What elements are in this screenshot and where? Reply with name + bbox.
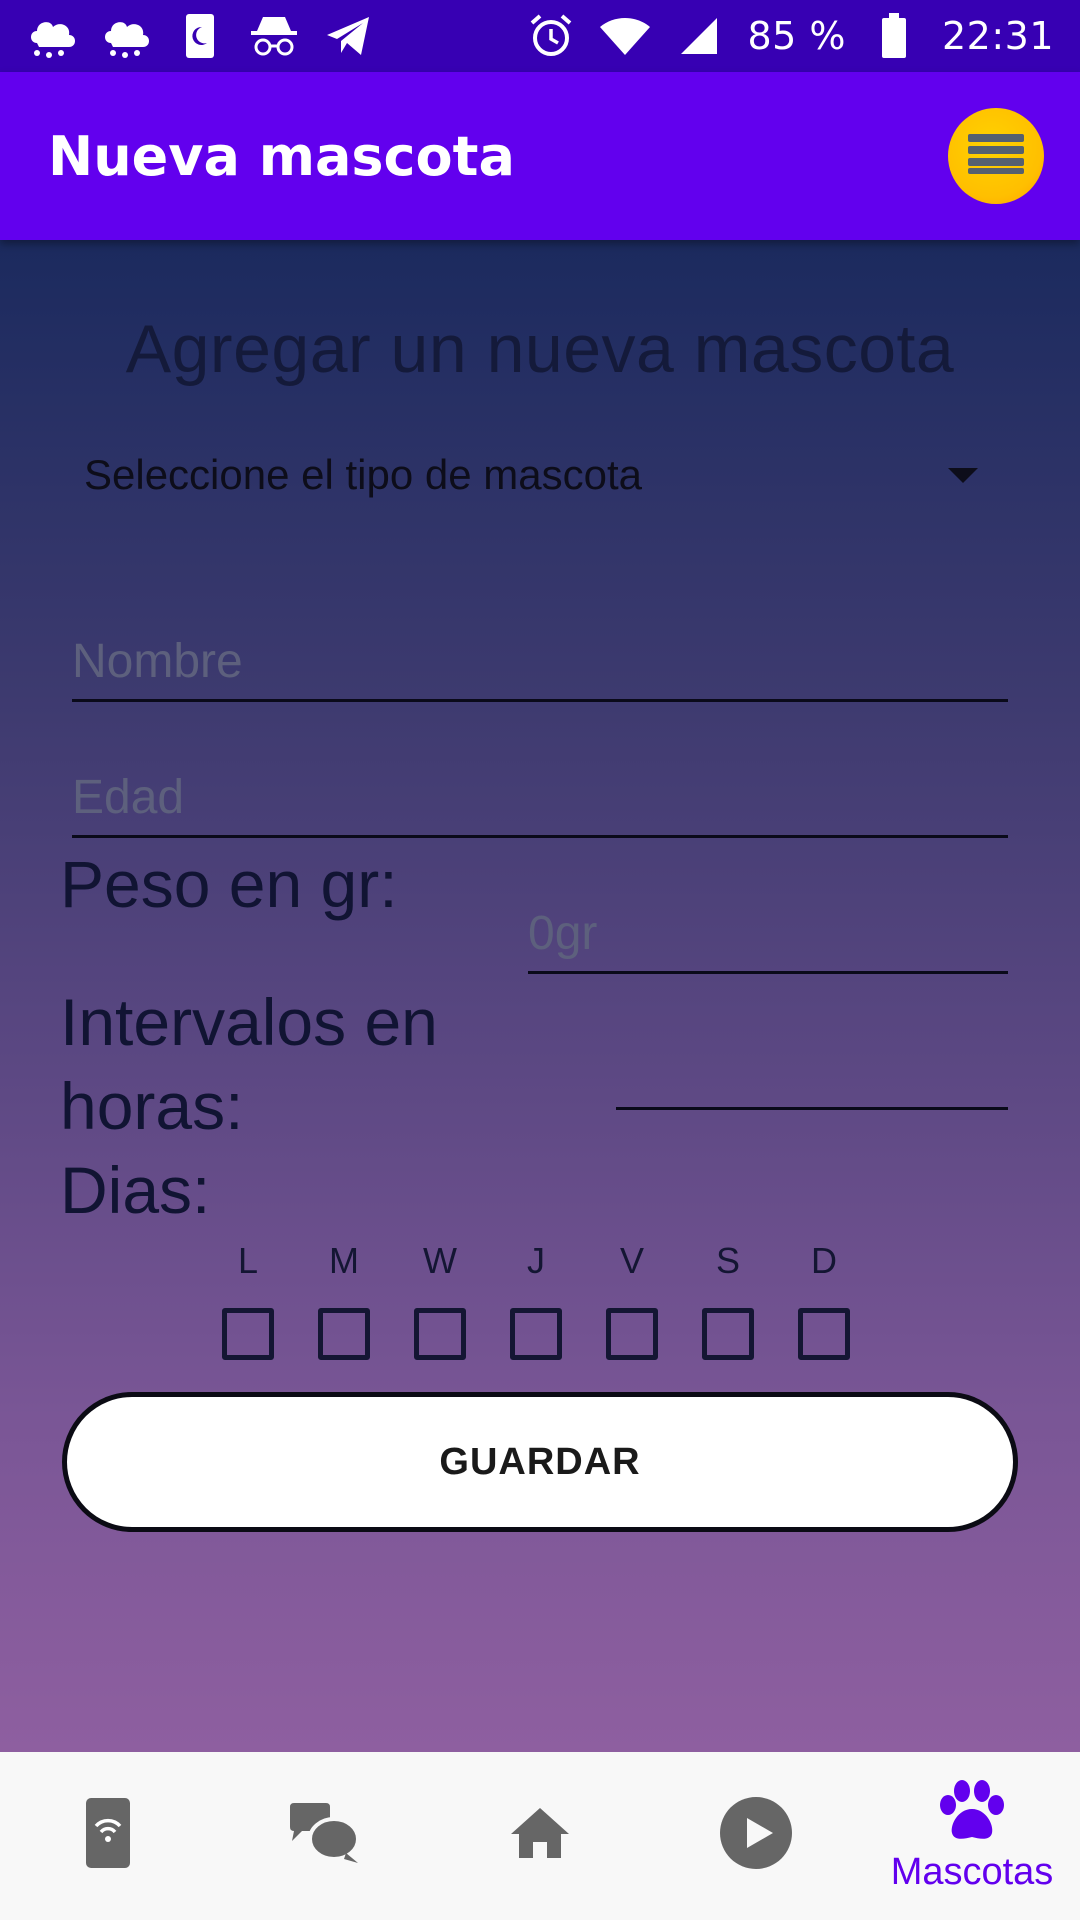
day-tuesday: M [316,1240,372,1360]
interval-label: Intervalos en horas: [60,985,438,1143]
weight-label: Peso en gr: [60,847,398,921]
pet-type-dropdown[interactable]: Seleccione el tipo de mascota [84,440,984,510]
home-icon [509,1806,571,1864]
alarm-icon [525,10,577,62]
day-checkbox[interactable] [798,1308,850,1360]
day-checkbox[interactable] [414,1308,466,1360]
list-icon [966,132,1026,180]
day-checkbox[interactable] [606,1308,658,1360]
signal-icon [673,10,725,62]
add-pet-form: Agregar un nueva mascota Seleccione el t… [0,240,1080,1752]
day-sunday: D [796,1240,852,1360]
bottom-navigation: Mascotas [0,1752,1080,1920]
days-selector: L M W J V S D [220,1240,852,1360]
day-label: D [811,1240,837,1281]
app-bar: Nueva mascota [0,72,1080,240]
day-label: L [237,1240,259,1281]
nav-item-chat[interactable] [224,1752,424,1920]
day-label: S [715,1240,740,1281]
day-label: M [329,1240,359,1281]
interval-field[interactable] [616,1006,1008,1110]
day-checkbox[interactable] [510,1308,562,1360]
nav-label-mascotas: Mascotas [890,1850,1054,1893]
pet-type-selected: Seleccione el tipo de mascota [84,451,642,498]
nav-item-devices[interactable] [8,1752,208,1920]
name-field[interactable]: Nombre [72,580,1008,702]
weather-icon [26,10,78,62]
battery-icon [868,10,920,62]
nav-item-videos[interactable] [656,1752,856,1920]
day-label: V [619,1240,644,1281]
sim-night-icon [174,10,226,62]
day-thursday: J [508,1240,564,1360]
status-bar: 85 % 22:31 [0,0,1080,72]
save-button[interactable]: GUARDAR [62,1392,1018,1532]
weight-field[interactable]: 0gr [528,852,1008,974]
day-label: W [423,1240,457,1281]
day-wednesday: W [412,1240,468,1360]
day-checkbox[interactable] [702,1308,754,1360]
menu-button[interactable] [948,108,1044,204]
status-bar-notifications [26,10,374,62]
wifi-icon [599,10,651,62]
telegram-icon [322,10,374,62]
paw-icon [934,1779,1010,1849]
day-checkbox[interactable] [222,1308,274,1360]
incognito-icon [248,10,300,62]
day-label: J [527,1240,545,1281]
screen: 85 % 22:31 Nueva mascota Agregar un nuev… [0,0,1080,1920]
phone-wifi-icon [84,1796,132,1874]
status-bar-system: 85 % 22:31 [525,10,1054,62]
day-saturday: S [700,1240,756,1360]
nav-item-mascotas[interactable]: Mascotas [872,1752,1072,1920]
dropdown-arrow-icon [948,467,978,483]
play-icon [719,1796,793,1874]
day-friday: V [604,1240,660,1360]
day-checkbox[interactable] [318,1308,370,1360]
nav-item-home[interactable] [440,1752,640,1920]
weather-icon-2 [100,10,152,62]
days-label: Dias: [60,1153,211,1227]
clock: 22:31 [941,14,1054,58]
chat-icon [286,1801,362,1869]
day-monday: L [220,1240,276,1360]
battery-percent: 85 % [747,14,846,58]
page-title: Nueva mascota [48,124,515,188]
form-heading: Agregar un nueva mascota [125,311,955,387]
age-field[interactable]: Edad [72,716,1008,838]
